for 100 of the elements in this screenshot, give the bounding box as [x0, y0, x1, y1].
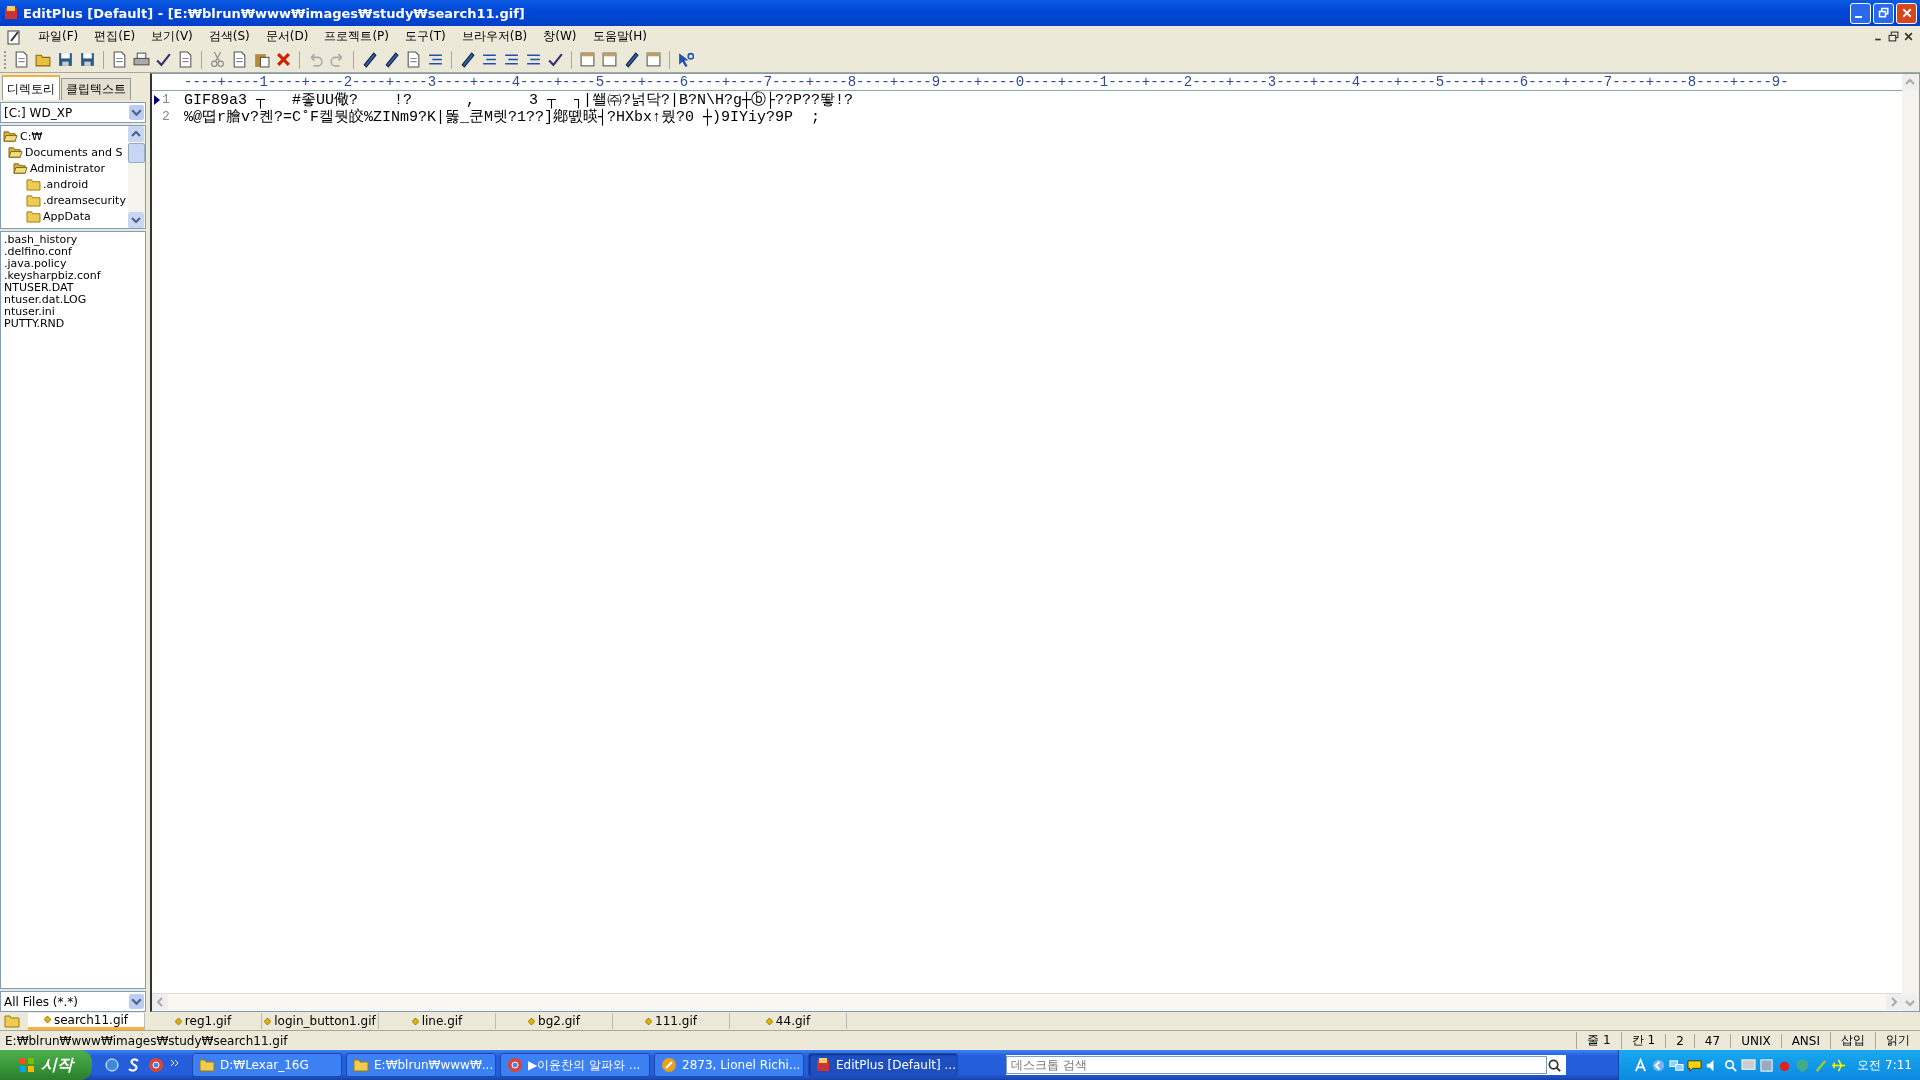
menu-item[interactable]: 프로젝트(P)	[316, 28, 397, 45]
minimize-button[interactable]	[1850, 2, 1871, 24]
globe-icon[interactable]	[104, 1057, 120, 1073]
restore-icon[interactable]	[1888, 31, 1899, 42]
search-icon[interactable]	[1547, 1057, 1562, 1073]
sidebar-tab[interactable]: 디렉토리	[2, 75, 60, 100]
file-list-item[interactable]: ntuser.dat.LOG	[4, 294, 142, 306]
restore-button[interactable]	[1873, 2, 1894, 24]
file-tab[interactable]: reg1.gif	[145, 1013, 262, 1029]
tree-scrollbar[interactable]	[128, 126, 145, 228]
document-pen-icon	[6, 28, 22, 45]
file-tab[interactable]: login_button1.gif	[262, 1013, 379, 1029]
menu-item[interactable]: 검색(S)	[200, 28, 258, 45]
new-file-icon[interactable]	[13, 51, 30, 68]
taskbar-button[interactable]: ▶이윤찬의 알파와 ...	[500, 1053, 650, 1077]
minimize-icon	[1855, 16, 1862, 18]
file-list-item[interactable]: .java.policy	[4, 258, 142, 270]
file-list-item[interactable]: NTUSER.DAT	[4, 282, 142, 294]
folder-tree-item[interactable]: Documents and S	[1, 144, 128, 160]
menu-item[interactable]: 문서(D)	[257, 28, 317, 45]
file-tab[interactable]: search11.gif	[28, 1012, 145, 1030]
file-list-item[interactable]: .delfino.conf	[4, 246, 142, 258]
status-field: ANSI	[1780, 1033, 1830, 1048]
diamond-icon	[645, 1017, 653, 1025]
folder-tree-item[interactable]: .android	[1, 176, 128, 192]
delete-icon[interactable]	[275, 51, 292, 68]
menu-item[interactable]: 창(W)	[535, 28, 585, 45]
taskbar-button[interactable]: EditPlus [Default] ...	[808, 1053, 958, 1077]
taskbar-button[interactable]: D:₩Lexar_16G	[192, 1053, 342, 1077]
status-field: UNIX	[1730, 1033, 1781, 1048]
file-tab[interactable]: 111.gif	[613, 1013, 730, 1029]
folder-icon[interactable]	[4, 1014, 20, 1028]
monitor-icon[interactable]	[1741, 1057, 1757, 1073]
start-button[interactable]: 시작	[0, 1050, 92, 1080]
diamond-icon	[765, 1017, 773, 1025]
browser-icon	[507, 1057, 523, 1073]
frame-icon[interactable]	[645, 51, 662, 68]
menu-item[interactable]: 도구(T)	[397, 28, 454, 45]
file-list-item[interactable]: .bash_history	[4, 234, 142, 246]
browser-icon[interactable]	[148, 1057, 164, 1073]
word-wrap-icon[interactable]	[481, 51, 498, 68]
cut-icon[interactable]	[209, 51, 226, 68]
folder-tree-item[interactable]: AppData	[1, 208, 128, 224]
file-tab[interactable]: bg2.gif	[496, 1013, 613, 1029]
taskbar-button[interactable]: 2873, Lionel Richi...	[654, 1053, 804, 1077]
menu-item[interactable]: 브라우저(B)	[453, 28, 536, 45]
close-icon	[1900, 7, 1913, 19]
plane-icon[interactable]	[1831, 1057, 1847, 1073]
column-ruler: ----+----1----+----2----+----3----+----4----+----5----+----6----+----7----+----8----+----9----+----0----+----1----+----2----+----3----+----4----+----5----+----6----+----7----+----8----+----9-	[152, 74, 1902, 91]
diamond-icon	[264, 1017, 272, 1025]
print-icon[interactable]	[133, 51, 150, 68]
file-tab[interactable]: 44.gif	[730, 1013, 847, 1029]
window-icon[interactable]	[601, 51, 618, 68]
save-icon[interactable]	[57, 51, 74, 68]
taskbar-button[interactable]: E:₩blrun₩www₩...	[346, 1053, 496, 1077]
scroll-thumb[interactable]	[128, 143, 145, 163]
diamond-icon	[411, 1017, 419, 1025]
menu-item[interactable]: 보기(V)	[143, 28, 201, 45]
file-tab[interactable]: line.gif	[379, 1013, 496, 1029]
language-icon[interactable]	[1633, 1057, 1649, 1073]
folder-tree-item[interactable]: Administrator	[1, 160, 128, 176]
code-line: %@뗩r膾v?켼?=C˚F켈뭣皎%ZINm9?K|똟_쿤M렛?1??]鄕똀暎┤?HXbx↑뭤?0 ┼)9IYiy?9P ;	[184, 108, 821, 126]
folder-icon	[199, 1057, 215, 1073]
diamond-icon	[174, 1017, 182, 1025]
status-field: 칸 1	[1620, 1032, 1666, 1049]
print-preview-icon[interactable]	[111, 51, 128, 68]
scroll-down-icon[interactable]	[128, 212, 144, 228]
drive-dropdown[interactable]: [C:] WD_XP	[0, 102, 146, 123]
lines-icon[interactable]	[503, 51, 520, 68]
pages-icon[interactable]	[405, 51, 422, 68]
close-button[interactable]	[1896, 2, 1917, 24]
scroll-up-icon[interactable]	[128, 126, 144, 142]
status-field: 2	[1665, 1033, 1694, 1048]
menu-item[interactable]: 파일(F)	[30, 28, 87, 45]
network-icon[interactable]	[1669, 1057, 1685, 1073]
chevron-icon[interactable]	[1651, 1057, 1667, 1073]
folder-tree-item[interactable]: .dreamsecurity	[1, 192, 128, 208]
copy-icon[interactable]	[231, 51, 248, 68]
folder-tree-item[interactable]: C:₩	[1, 128, 128, 144]
app-icon	[815, 1057, 831, 1073]
chat-bubble-icon[interactable]	[1687, 1057, 1703, 1073]
help-pointer-icon[interactable]	[677, 51, 694, 68]
menu-item[interactable]: 도움말(H)	[584, 28, 655, 45]
file-list-item[interactable]: .keysharpbiz.conf	[4, 270, 142, 282]
code-line: GIF89a3 ┬ #좋UU儆? !? , 3 ┬ ┐|쐘㈜?넑닥?|B?N\H?g┼ⓑ├??P??뙇!?	[184, 90, 854, 109]
numbering-icon[interactable]	[525, 51, 542, 68]
file-list-item[interactable]: PUTTY.RND	[4, 318, 142, 330]
sidebar-tab[interactable]: 클립텍스트	[61, 78, 131, 100]
window-title: EditPlus [Default] - [E:₩blrun₩www₩images₩study₩search11.gif]	[23, 5, 526, 21]
panel-icon[interactable]	[579, 51, 596, 68]
file-filter-dropdown[interactable]: All Files (*.*)	[0, 991, 146, 1012]
paste-icon[interactable]	[253, 51, 270, 68]
spell-check-icon[interactable]	[155, 51, 172, 68]
file-list-item[interactable]: ntuser.ini	[4, 306, 142, 318]
desktop-search-field[interactable]: 데스크톱 검색	[1006, 1056, 1547, 1074]
close-icon[interactable]	[1903, 31, 1914, 42]
document-icon[interactable]	[177, 51, 194, 68]
magnifier-icon[interactable]	[1723, 1057, 1739, 1073]
save-all-icon[interactable]	[79, 51, 96, 68]
menu-item[interactable]: 편집(E)	[86, 28, 144, 45]
